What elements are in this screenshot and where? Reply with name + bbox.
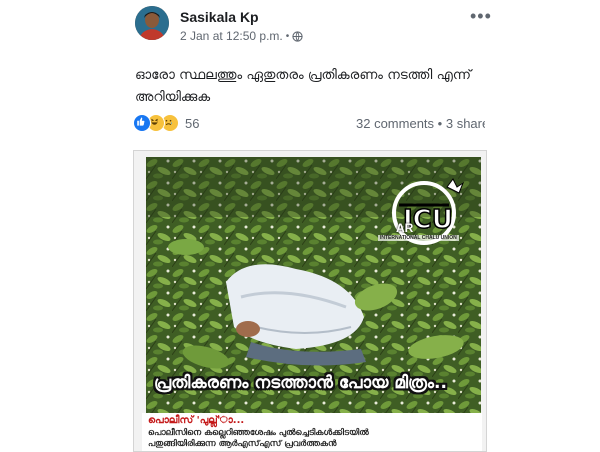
- facebook-post: Sasikala Kp 2 Jan at 12:50 p.m. • ••• ഓര…: [0, 0, 600, 452]
- news-line-2: പതുങ്ങിയിരിക്കുന്ന ആർഎസ്എസ് പ്രവർത്തകൻ: [148, 439, 337, 449]
- comments-count-link[interactable]: 32 comments: [356, 116, 434, 131]
- globe-icon[interactable]: [292, 30, 303, 42]
- reactions-summary[interactable]: 56: [133, 114, 199, 132]
- author-avatar[interactable]: [135, 6, 169, 40]
- engagement-stats: 32 comments • 3 shares: [356, 116, 485, 131]
- post-meta: 2 Jan at 12:50 p.m. •: [180, 29, 303, 43]
- post-text: ഓരോ സ്ഥലത്തും ഏതുതരം പ്രതികരണം നടത്തി എന…: [135, 64, 485, 108]
- meta-separator: •: [285, 30, 290, 42]
- news-clipping: പൊലീസ് 'പുല്ല്'ാ... പൊലീസിനെ കല്ലെറിഞ്ഞശ…: [142, 413, 482, 451]
- icu-logo: ICU: [392, 178, 465, 245]
- shares-count-link[interactable]: 3 shares: [446, 116, 485, 131]
- author-name[interactable]: Sasikala Kp: [180, 9, 259, 25]
- image-caption: പ്രതികരണം നടത്താൻ പോയ മിത്രം..: [154, 373, 447, 393]
- news-line-1: പൊലീസിനെ കല്ലെറിഞ്ഞശേഷം പുൽച്ചെടികൾക്കിട…: [148, 428, 369, 438]
- post-text-line-1: ഓരോ സ്ഥലത്തും ഏതുതരം പ്രതികരണം നടത്തി എന…: [135, 67, 472, 83]
- reaction-count: 56: [185, 115, 200, 131]
- logo-tagline: INTERNATIONAL CHALU UNION: [378, 235, 459, 241]
- logo-ar-label: AR: [396, 221, 414, 235]
- like-icon: [133, 114, 151, 132]
- post-timestamp[interactable]: 2 Jan at 12:50 p.m.: [180, 29, 283, 43]
- news-headline: പൊലീസ് 'പുല്ല്'ാ...: [148, 415, 245, 426]
- more-options-button[interactable]: •••: [470, 6, 492, 27]
- post-text-line-2: അറിയിക്കുക: [135, 89, 211, 105]
- stats-separator: •: [437, 116, 443, 131]
- shared-image[interactable]: ICU AR INTERNATIONAL CHALU UNION പ്രതികര…: [133, 150, 487, 452]
